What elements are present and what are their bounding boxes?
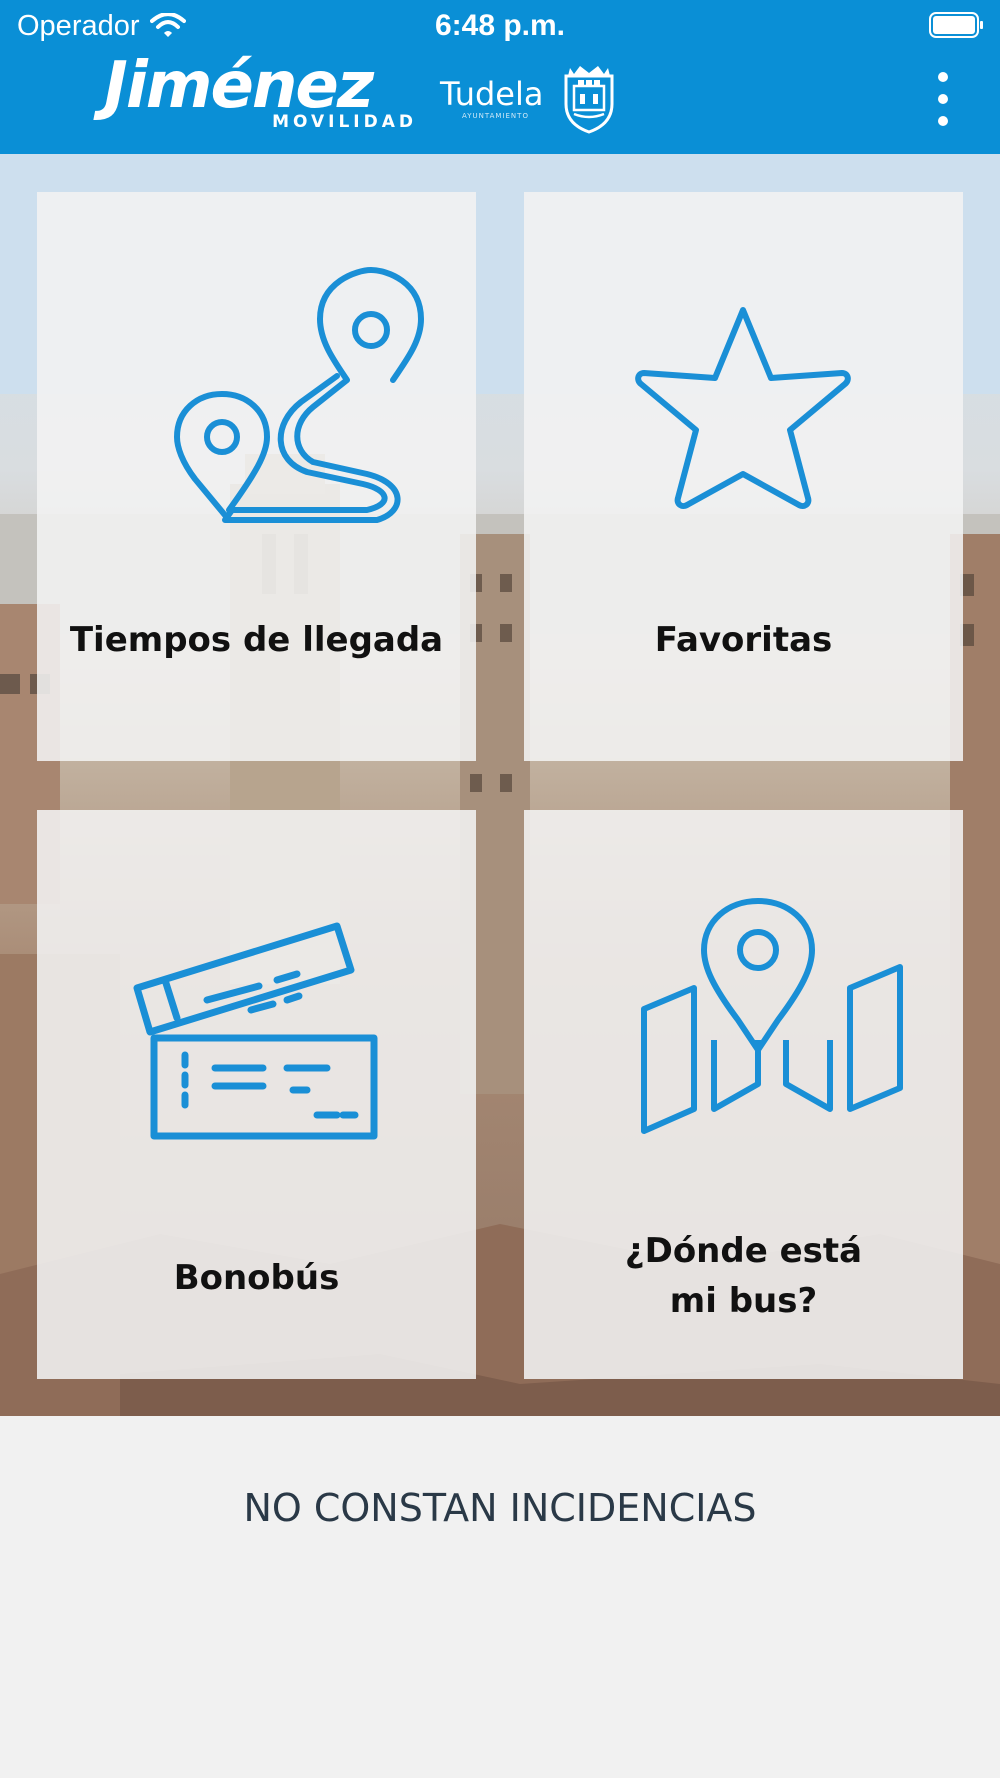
tile-label-line1: ¿Dónde está <box>624 1231 863 1271</box>
brand-sub: MOVILIDAD <box>272 112 417 132</box>
tile-where-is-my-bus[interactable]: ¿Dónde está mi bus? <box>524 810 963 1379</box>
tile-label-line2: mi bus? <box>669 1281 818 1321</box>
overflow-menu-button[interactable] <box>925 72 961 126</box>
tile-label: Bonobús <box>173 1258 340 1298</box>
tile-bonobus[interactable]: Bonobús <box>37 810 476 1379</box>
map-pin-icon <box>641 898 903 1134</box>
incidents-status-text: NO CONSTAN INCIDENCIAS <box>243 1486 757 1530</box>
partner-sub: AYUNTAMIENTO <box>462 112 529 120</box>
route-pins-icon <box>174 267 424 523</box>
tile-label: Tiempos de llegada <box>69 620 444 660</box>
tudela-crest-icon <box>564 66 614 134</box>
tickets-icon <box>133 922 378 1140</box>
menu-dot-icon <box>938 94 948 104</box>
status-time: 6:48 p.m. <box>434 9 566 42</box>
tile-favorites[interactable]: Favoritas <box>524 192 963 761</box>
jimenez-logo: Jiménez MOVILIDAD <box>104 49 419 134</box>
app-header: Operador 6:48 p.m. Jiménez MOVILIDAD Tud… <box>0 0 1000 154</box>
partner-name: Tudela <box>440 75 544 113</box>
menu-dot-icon <box>938 72 948 82</box>
menu-dot-icon <box>938 116 948 126</box>
tile-arrival-times[interactable]: Tiempos de llegada <box>37 192 476 761</box>
star-icon <box>635 307 851 509</box>
tile-label: Favoritas <box>654 620 833 660</box>
battery-icon <box>929 12 983 38</box>
incidents-panel: NO CONSTAN INCIDENCIAS <box>0 1416 1000 1778</box>
tudela-logo: Tudela AYUNTAMIENTO <box>440 76 550 126</box>
